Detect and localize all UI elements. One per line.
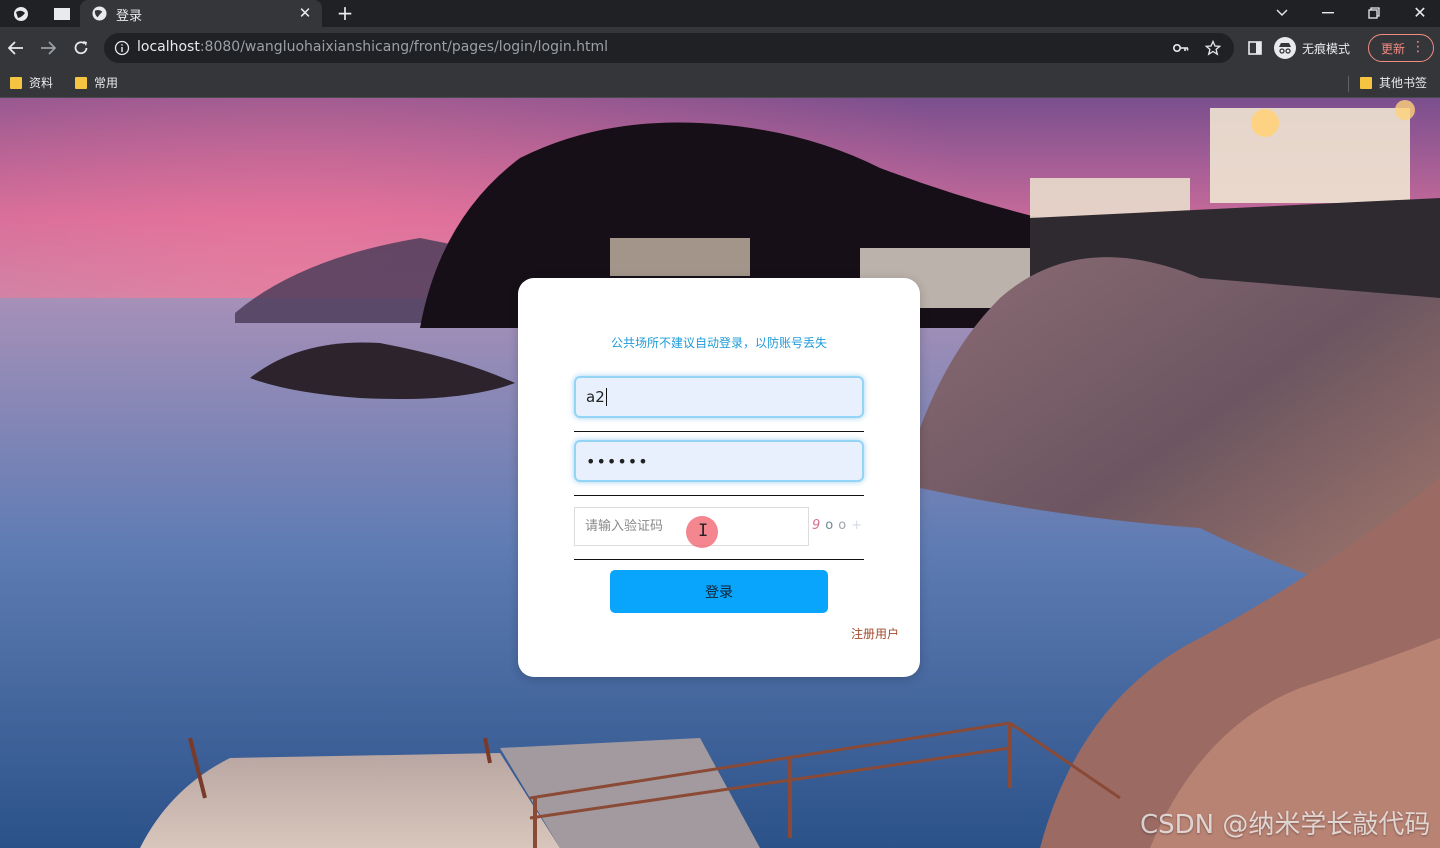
side-panel-icon[interactable] (1245, 38, 1265, 58)
username-underline (574, 431, 864, 432)
forward-icon[interactable] (38, 38, 58, 58)
new-tab-icon[interactable]: + (334, 1, 356, 25)
info-icon[interactable] (114, 40, 130, 56)
other-bookmarks-label: 其他书签 (1379, 76, 1428, 90)
captcha-char: 9 (812, 518, 826, 533)
minimize-icon[interactable] (1318, 3, 1338, 23)
address-bar[interactable]: localhost:8080/wangluohaixianshicang/fro… (104, 33, 1234, 63)
globe-icon (92, 6, 107, 21)
captcha-char: o (825, 518, 839, 533)
incognito-icon (1274, 37, 1296, 59)
watermark: CSDN @纳米学长敲代码 (1140, 810, 1431, 840)
bookmarks-bar: 资料 常用 其他书签 (0, 69, 1440, 98)
key-icon[interactable] (1172, 39, 1190, 57)
login-button[interactable]: 登录 (610, 570, 828, 613)
username-input[interactable]: a2 (574, 376, 864, 418)
tab-login[interactable]: 登录 ✕ (80, 0, 322, 27)
update-label: 更新 (1381, 41, 1406, 56)
incognito-indicator[interactable]: 无痕模式 (1274, 34, 1350, 62)
folder-icon (1360, 76, 1372, 89)
password-input[interactable]: •••••• (574, 440, 864, 482)
bookmarks-separator (1348, 76, 1349, 92)
username-value: a2 (586, 388, 605, 406)
reload-icon[interactable] (71, 38, 91, 58)
bookmark-label: 常用 (94, 76, 119, 90)
password-value: •••••• (586, 451, 649, 471)
text-caret (605, 388, 607, 406)
login-hint: 公共场所不建议自动登录，以防账号丢失 (610, 336, 827, 350)
url-text[interactable]: localhost:8080/wangluohaixianshicang/fro… (137, 39, 608, 55)
window-close-icon[interactable]: ✕ (1410, 2, 1430, 22)
captcha-char: o (838, 518, 852, 533)
more-menu-icon[interactable]: ⋮ (1411, 39, 1425, 55)
tab-strip: 登录 ✕ + ✕ (0, 0, 1440, 27)
register-link[interactable]: 注册用户 (851, 625, 899, 642)
tab-list-chevron-icon[interactable] (1272, 3, 1292, 23)
close-icon[interactable]: ✕ (296, 3, 314, 23)
incognito-label: 无痕模式 (1302, 41, 1351, 56)
bookmark-label: 资料 (29, 76, 54, 90)
bookmark-folder-ziliao[interactable]: 资料 (10, 74, 53, 91)
page-viewport: 公共场所不建议自动登录，以防账号丢失 a2 •••••• 9oo+ I 登录 注… (0, 98, 1440, 848)
browser-toolbar: localhost:8080/wangluohaixianshicang/fro… (0, 27, 1440, 69)
update-button[interactable]: 更新 ⋮ (1368, 34, 1434, 62)
password-underline (574, 495, 864, 496)
bookmark-folder-changyong[interactable]: 常用 (75, 74, 118, 91)
captcha-char: + (851, 518, 868, 533)
ibeam-cursor-icon: I (698, 521, 709, 541)
bookmark-star-icon[interactable] (1204, 39, 1222, 57)
other-bookmarks[interactable]: 其他书签 (1360, 74, 1427, 91)
restore-icon[interactable] (1364, 3, 1384, 23)
captcha-underline (574, 559, 864, 560)
login-card: 公共场所不建议自动登录，以防账号丢失 a2 •••••• 9oo+ I 登录 注… (518, 278, 920, 677)
folder-icon (10, 76, 22, 89)
back-icon[interactable] (6, 38, 26, 58)
tab-search-icon[interactable] (12, 5, 30, 23)
folder-icon (75, 76, 87, 89)
tab-title: 登录 (116, 9, 143, 24)
captcha-image[interactable]: 9oo+ (812, 518, 864, 538)
tab-overview-icon[interactable] (52, 5, 72, 23)
